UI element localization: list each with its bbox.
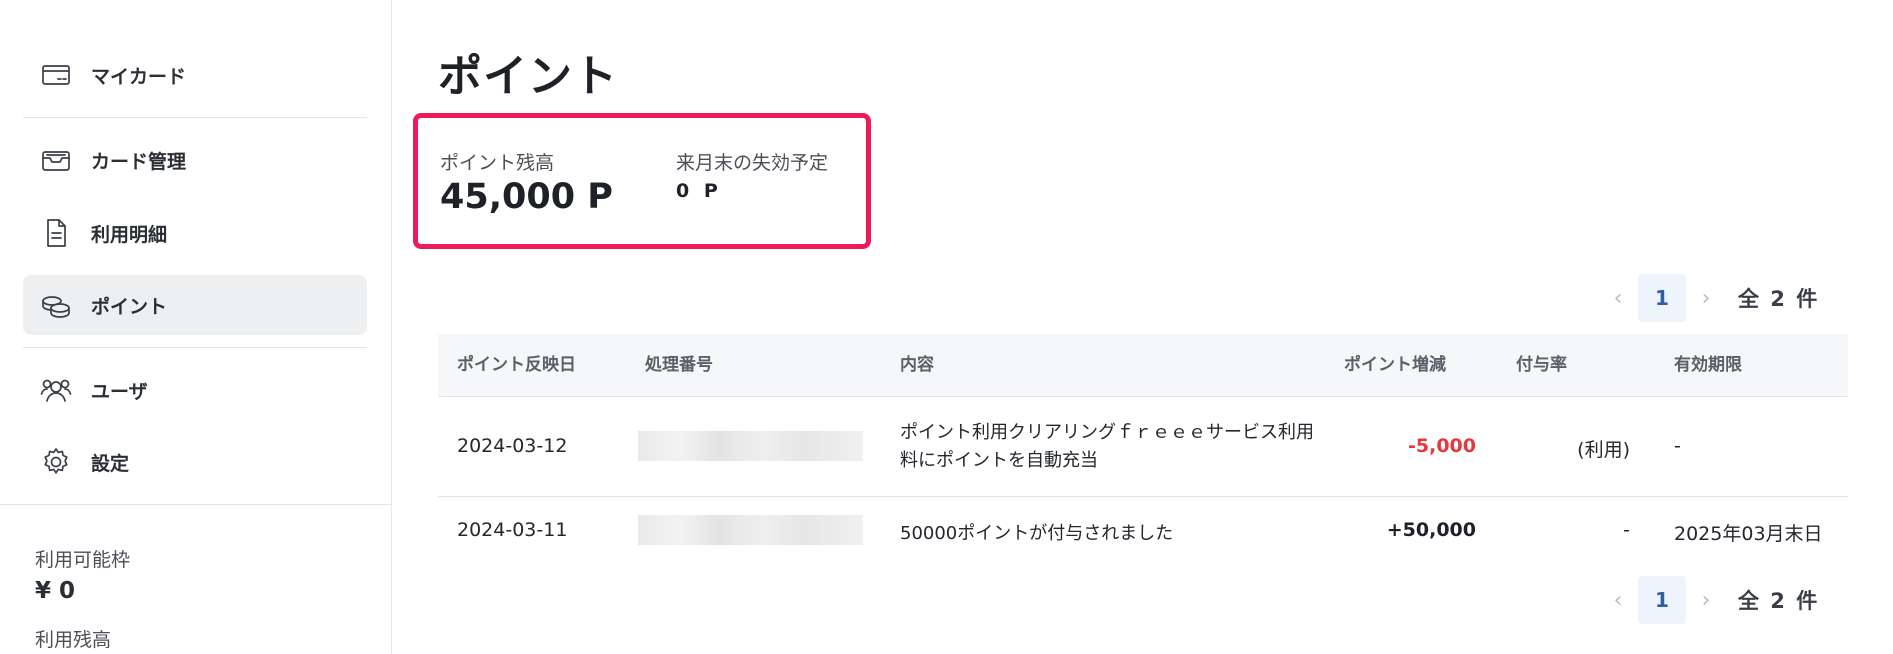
card-tray-icon (39, 143, 73, 177)
cell-date: 2024-03-11 (457, 519, 568, 541)
card-icon (39, 58, 73, 92)
sidebar-item-my-card[interactable]: マイカード (23, 45, 367, 105)
pagination-bottom: ‹ 1 › 全 2 件 (1598, 575, 1819, 625)
cell-rate: - (1623, 519, 1630, 541)
cell-point-change: +50,000 (1386, 519, 1476, 541)
point-balance-card: ポイント残高 45,000 P 来月末の失効予定 0 P (413, 113, 871, 249)
expire-next-month-value: 0 P (676, 180, 722, 202)
redacted-transaction-number (638, 431, 863, 461)
chevron-left-icon[interactable]: ‹ (1598, 588, 1638, 613)
chevron-left-icon[interactable]: ‹ (1598, 286, 1638, 311)
page-button[interactable]: 1 (1638, 274, 1686, 322)
total-count: 全 2 件 (1738, 589, 1820, 613)
column-header: ポイント増減 (1344, 355, 1446, 375)
page-button[interactable]: 1 (1638, 576, 1686, 624)
sidebar-item-statements[interactable]: 利用明細 (23, 203, 367, 263)
point-balance-value: 45,000 P (440, 177, 613, 217)
sidebar: マイカード カード管理 利用明細 ポイント ユーザ 設定 利用可能枠 ¥ 0 利… (0, 0, 392, 654)
sidebar-item-card-management[interactable]: カード管理 (23, 130, 367, 190)
usage-balance-label: 利用残高 (35, 629, 112, 651)
gear-icon (39, 445, 73, 479)
table-row[interactable]: 2024-03-12 ポイント利用クリアリングｆｒｅｅｅサービス利用 料にポイン… (438, 396, 1848, 496)
available-limit-value: ¥ 0 (35, 578, 76, 604)
column-header: 処理番号 (645, 355, 713, 375)
sidebar-item-label: 設定 (91, 452, 130, 475)
table-row[interactable]: 2024-03-11 50000ポイントが付与されました +50,000 - 2… (438, 496, 1848, 566)
cell-description: 50000ポイントが付与されました (900, 523, 1174, 544)
users-icon (39, 373, 73, 407)
point-balance-label: ポイント残高 (440, 152, 555, 174)
sidebar-item-label: 利用明細 (91, 223, 168, 246)
cell-expiry: - (1674, 435, 1681, 457)
description-line: ポイント利用クリアリングｆｒｅｅｅサービス利用 (900, 422, 1314, 443)
nav-divider (23, 117, 367, 118)
table-header: ポイント反映日 処理番号 内容 ポイント増減 付与率 有効期限 (438, 334, 1848, 396)
sidebar-divider (0, 504, 392, 505)
cell-description: ポイント利用クリアリングｆｒｅｅｅサービス利用 料にポイントを自動充当 (900, 419, 1314, 475)
total-count: 全 2 件 (1738, 287, 1820, 311)
chevron-right-icon[interactable]: › (1686, 588, 1726, 613)
chevron-right-icon[interactable]: › (1686, 286, 1726, 311)
redacted-transaction-number (638, 515, 863, 545)
pagination-top: ‹ 1 › 全 2 件 (1598, 273, 1819, 323)
sidebar-item-label: ユーザ (91, 380, 148, 403)
available-limit-label: 利用可能枠 (35, 549, 131, 571)
sidebar-item-users[interactable]: ユーザ (23, 360, 367, 420)
description-line: 料にポイントを自動充当 (900, 450, 1098, 471)
sidebar-item-points[interactable]: ポイント (23, 275, 367, 335)
page-title: ポイント (438, 51, 618, 102)
column-header: 付与率 (1516, 355, 1567, 375)
cell-point-change: -5,000 (1408, 435, 1476, 457)
column-header: 内容 (900, 355, 934, 375)
sidebar-item-settings[interactable]: 設定 (23, 432, 367, 492)
nav-divider (23, 347, 367, 348)
sidebar-item-label: カード管理 (91, 150, 187, 173)
sidebar-item-label: ポイント (91, 295, 168, 318)
column-header: ポイント反映日 (457, 355, 576, 375)
expire-next-month-label: 来月末の失効予定 (676, 152, 829, 174)
sidebar-item-label: マイカード (91, 65, 187, 88)
points-history-table: ポイント反映日 処理番号 内容 ポイント増減 付与率 有効期限 2024-03-… (438, 334, 1848, 566)
cell-rate: (利用) (1577, 439, 1630, 461)
coins-icon (39, 288, 73, 322)
cell-expiry: 2025年03月末日 (1674, 523, 1823, 545)
cell-date: 2024-03-12 (457, 435, 568, 457)
document-icon (39, 216, 73, 250)
column-header: 有効期限 (1674, 355, 1742, 375)
